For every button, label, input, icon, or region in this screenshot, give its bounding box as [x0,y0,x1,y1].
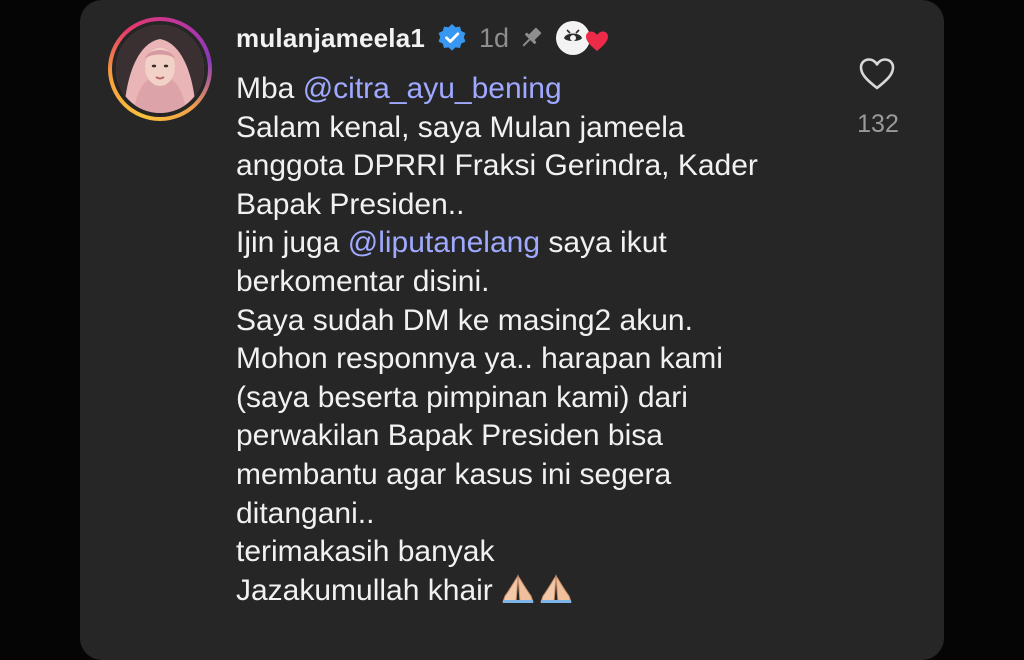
comment-text-run: Saya sudah DM ke masing2 akun. [236,303,693,337]
username[interactable]: mulanjameela1 [236,23,425,54]
comment-text-run: ditangani.. [236,496,375,530]
creator-heart-badge-icon [553,18,613,58]
comment-text-run: Jazakumullah khair [236,573,493,607]
comment-line: Bapak Presiden.. [236,186,826,225]
comment-line: anggota DPRRI Fraksi Gerindra, Kader [236,147,826,186]
comment-line: Mohon responnya ya.. harapan kami [236,340,826,379]
comment-text-run: saya ikut [540,226,667,260]
heart-outline-icon[interactable] [858,56,896,92]
avatar[interactable] [108,17,212,121]
comment-line: Mba @citra_ayu_bening [236,70,826,109]
comment-line: ditangani.. [236,495,826,534]
comment-text-run: berkomentar disini. [236,264,490,298]
comment-line: membantu agar kasus ini segera [236,456,826,495]
comment-text-run: terimakasih banyak [236,535,495,569]
comment-text-run: (saya beserta pimpinan kami) dari [236,380,688,414]
comment-text-run: anggota DPRRI Fraksi Gerindra, Kader [236,149,758,183]
mention-link[interactable]: @liputanelang [348,226,540,259]
comment-line: perwakilan Bapak Presiden bisa [236,417,826,456]
comment-text-run: Salam kenal, saya Mulan jameela [236,110,685,144]
comment-text-run: perwakilan Bapak Presiden bisa [236,419,663,453]
comment-line: Jazakumullah khair [236,572,826,611]
comment-line: Salam kenal, saya Mulan jameela [236,109,826,148]
comment-text-run: Mba [236,72,303,105]
avatar-photo [116,25,204,113]
comment-header: mulanjameela1 1d [236,20,613,56]
comment-text-run: membantu agar kasus ini segera [236,457,672,491]
comment-text-run: Ijin juga [236,226,348,260]
pin-icon [517,24,545,52]
like-count: 132 [857,110,899,138]
comment-text-run: Bapak Presiden.. [236,187,465,221]
comment-line: berkomentar disini. [236,263,826,302]
comment-time: 1d [479,22,510,53]
folded-hands-icon [499,574,579,604]
comment-line: Ijin juga @liputanelang saya ikut [236,224,826,263]
verified-badge-icon [437,23,467,53]
comment-text: Mba @citra_ayu_bening Salam kenal, saya M… [236,70,826,610]
comment-line: terimakasih banyak [236,533,826,572]
comment-line: (saya beserta pimpinan kami) dari [236,379,826,418]
mention-link[interactable]: @citra_ayu_bening [303,72,562,105]
comment-text-run: Mohon responnya ya.. harapan kami [236,342,723,376]
comment-line: Saya sudah DM ke masing2 akun. [236,302,826,341]
